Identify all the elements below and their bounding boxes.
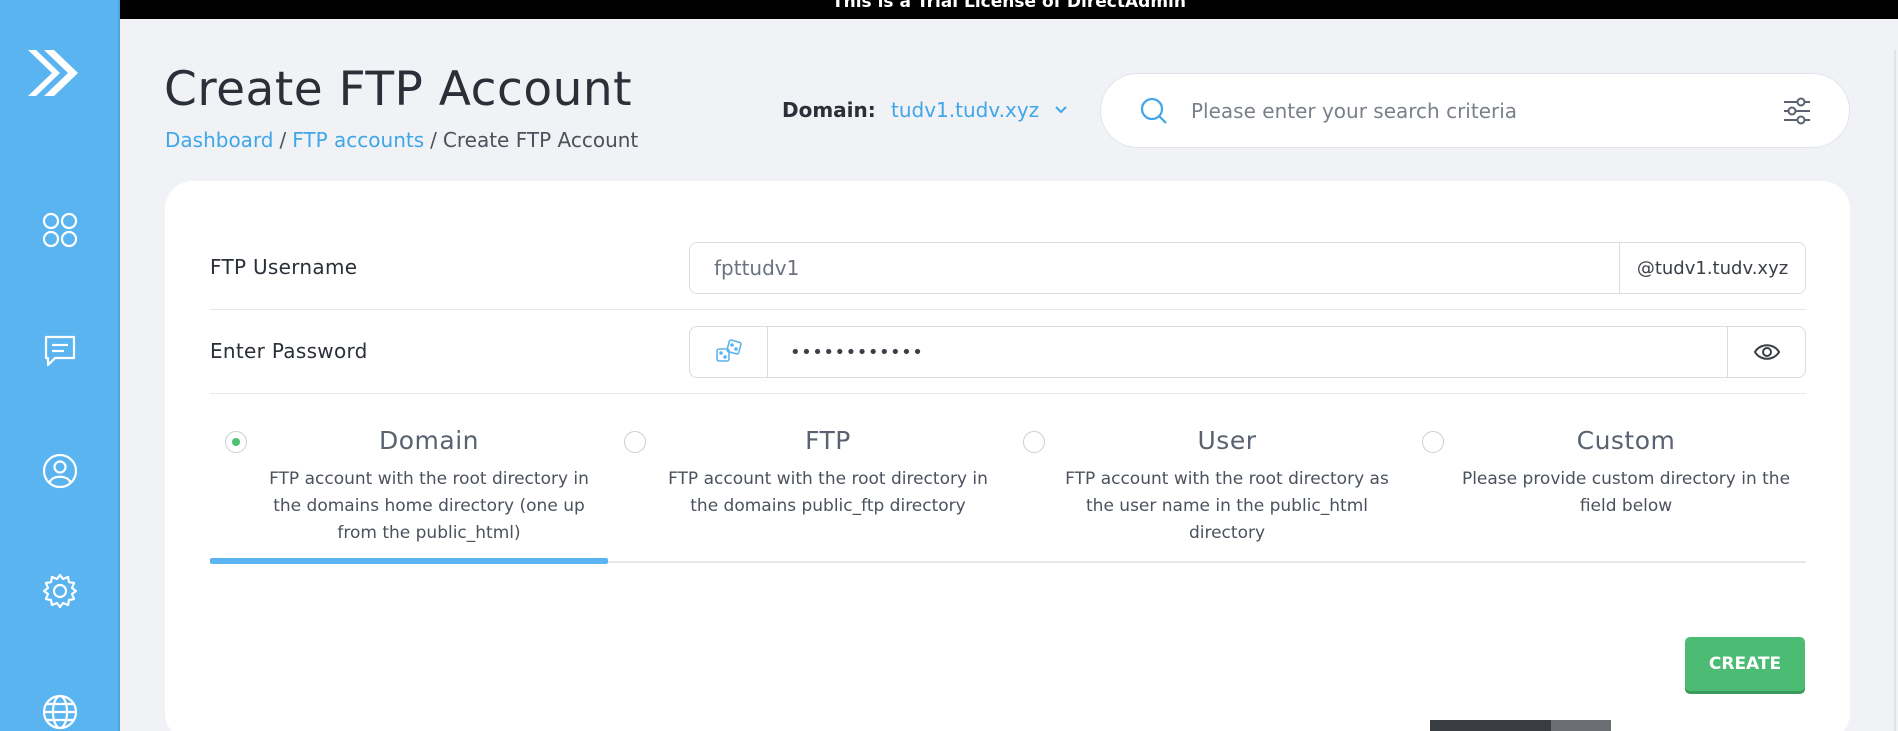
username-domain-suffix: @tudv1.tudv.xyz — [1619, 243, 1805, 293]
option-domain[interactable]: Domain FTP account with the root directo… — [210, 426, 608, 566]
globe-icon[interactable] — [36, 688, 84, 731]
breadcrumb-current: Create FTP Account — [442, 128, 639, 152]
password-label: Enter Password — [210, 339, 368, 363]
breadcrumb-dashboard[interactable]: Dashboard — [165, 128, 274, 152]
breadcrumb-separator: / — [279, 128, 287, 152]
chat-icon[interactable] — [36, 327, 84, 375]
toggle-password-visibility-button[interactable] — [1727, 327, 1805, 377]
breadcrumb: Dashboard / FTP accounts / Create FTP Accoun… — [165, 128, 638, 152]
option-description: FTP account with the root directory in t… — [269, 469, 589, 543]
eye-icon — [1753, 344, 1780, 360]
option-custom[interactable]: Custom Please provide custom directory i… — [1407, 426, 1805, 566]
username-input[interactable]: fpttudv1 — [690, 243, 1619, 293]
search-input[interactable] — [1191, 92, 1751, 130]
breadcrumb-separator: / — [430, 128, 437, 152]
apps-icon[interactable] — [36, 206, 84, 254]
sidebar — [0, 0, 120, 731]
ftp-username-field: fpttudv1 @tudv1.tudv.xyz — [689, 242, 1806, 294]
dice-icon — [715, 339, 742, 362]
option-description: FTP account with the root directory in t… — [668, 469, 988, 516]
option-user[interactable]: User FTP account with the root directory… — [1008, 426, 1406, 566]
search-icon — [1140, 97, 1167, 124]
radio-domain[interactable] — [225, 431, 247, 453]
user-icon[interactable] — [36, 447, 84, 495]
scrollbar-track — [1894, 50, 1896, 731]
breadcrumb-ftp-accounts[interactable]: FTP accounts — [292, 128, 424, 152]
gear-icon[interactable] — [36, 567, 84, 615]
option-title: Domain — [378, 426, 479, 455]
selected-option-indicator — [210, 558, 608, 564]
option-description: FTP account with the root directory as t… — [1065, 469, 1389, 543]
chevron-down-icon — [1055, 106, 1067, 114]
domain-value: tudv1.tudv.xyz — [891, 98, 1040, 122]
banner-text: This is a Trial License of DirectAdmin — [832, 0, 1186, 12]
option-title: User — [1197, 426, 1257, 455]
radio-user[interactable] — [1023, 431, 1045, 453]
generate-password-button[interactable] — [690, 327, 768, 377]
option-ftp[interactable]: FTP FTP account with the root directory … — [609, 426, 1007, 566]
filter-settings-icon[interactable] — [1781, 95, 1813, 127]
option-title: Custom — [1576, 426, 1676, 455]
domain-select[interactable]: tudv1.tudv.xyz — [891, 96, 1069, 124]
create-button[interactable]: CREATE — [1685, 637, 1805, 691]
divider — [210, 309, 1806, 310]
page-title: Create FTP Account — [164, 62, 633, 117]
option-description: Please provide custom directory in the f… — [1461, 469, 1791, 516]
ftp-username-label: FTP Username — [210, 255, 358, 279]
trial-license-banner: This is a Trial License of DirectAdmin — [120, 0, 1898, 19]
radio-ftp[interactable] — [624, 431, 646, 453]
divider — [210, 393, 1806, 394]
domain-label: Domain: — [782, 98, 876, 122]
search-bar — [1100, 73, 1850, 148]
option-title: FTP — [805, 426, 851, 455]
radio-custom[interactable] — [1422, 431, 1444, 453]
directadmin-logo-icon[interactable] — [22, 38, 82, 108]
password-input[interactable]: •••••••••••• — [768, 327, 1727, 377]
horizontal-scrollbar[interactable] — [1430, 720, 1611, 731]
password-field: •••••••••••• — [689, 326, 1806, 378]
